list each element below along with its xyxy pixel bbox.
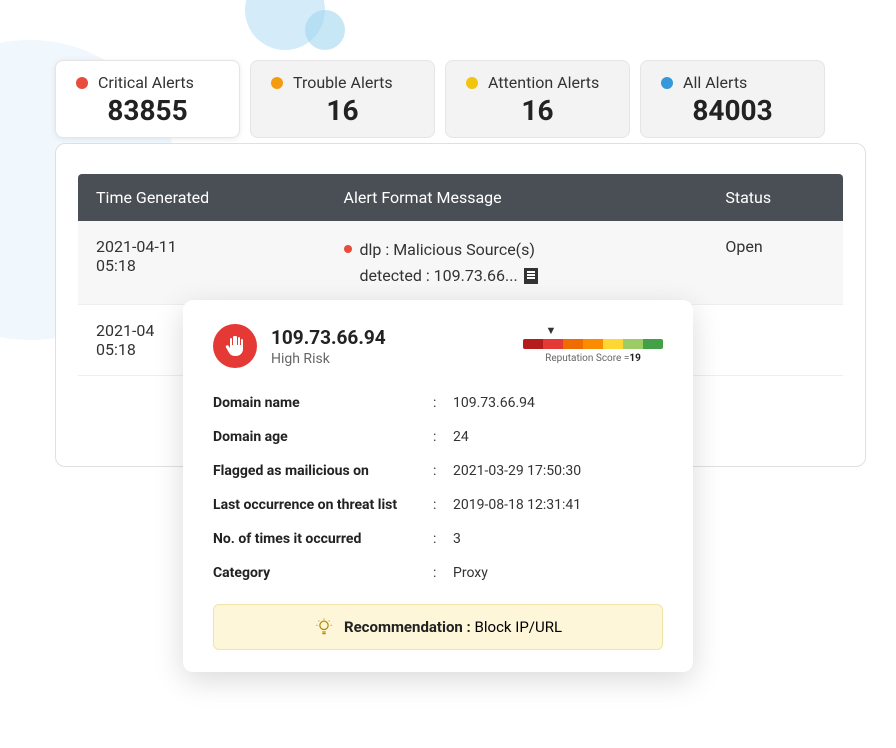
cell-time: 2021-04-11 05:18 — [78, 221, 326, 305]
tab-trouble[interactable]: Trouble Alerts 16 — [250, 60, 435, 138]
detail-row: Last occurrence on threat list:2019-08-1… — [213, 488, 663, 522]
cell-msg: dlp : Malicious Source(s) detected : 109… — [326, 221, 708, 305]
tab-all[interactable]: All Alerts 84003 — [640, 60, 825, 138]
severity-dot-icon — [344, 245, 352, 253]
dot-attention-icon — [466, 77, 478, 89]
tab-label: Attention Alerts — [488, 73, 599, 92]
lightbulb-icon — [314, 617, 334, 637]
tab-critical[interactable]: Critical Alerts 83855 — [55, 60, 240, 138]
detail-row: Domain age:24 — [213, 420, 663, 454]
cell-status: Open — [707, 221, 843, 305]
dot-critical-icon — [76, 77, 88, 89]
ip-detail-popover: 109.73.66.94 High Risk ▼ Reputation Scor… — [183, 300, 693, 672]
tab-count: 16 — [466, 94, 609, 127]
tab-attention[interactable]: Attention Alerts 16 — [445, 60, 630, 138]
dot-all-icon — [661, 77, 673, 89]
detail-row: Domain name:109.73.66.94 — [213, 386, 663, 420]
reputation-bar — [523, 339, 663, 349]
recommendation-banner: Recommendation : Block IP/URL — [213, 604, 663, 650]
tab-count: 16 — [271, 94, 414, 127]
tab-count: 83855 — [76, 94, 219, 127]
triangle-down-icon: ▼ — [481, 324, 621, 337]
tab-label: Trouble Alerts — [293, 73, 393, 92]
stop-hand-icon — [213, 324, 257, 368]
detail-row: Flagged as mailicious on:2021-03-29 17:5… — [213, 454, 663, 488]
detail-row: Category:Proxy — [213, 556, 663, 590]
ip-title: 109.73.66.94 — [271, 326, 386, 349]
col-status: Status — [707, 174, 843, 221]
reputation-gauge: ▼ Reputation Score =19 — [523, 324, 663, 364]
tab-count: 84003 — [661, 94, 804, 127]
table-row[interactable]: 2021-04-11 05:18 dlp : Malicious Source(… — [78, 221, 843, 305]
col-time: Time Generated — [78, 174, 326, 221]
detail-list: Domain name:109.73.66.94 Domain age:24 F… — [213, 386, 663, 590]
risk-label: High Risk — [271, 351, 386, 367]
tab-label: All Alerts — [683, 73, 747, 92]
dot-trouble-icon — [271, 77, 283, 89]
tabs: Critical Alerts 83855 Trouble Alerts 16 … — [55, 60, 866, 138]
document-icon[interactable] — [524, 268, 538, 284]
detail-row: No. of times it occurred:3 — [213, 522, 663, 556]
col-msg: Alert Format Message — [326, 174, 708, 221]
tab-label: Critical Alerts — [98, 73, 194, 92]
reputation-score-label: Reputation Score =19 — [523, 353, 663, 364]
